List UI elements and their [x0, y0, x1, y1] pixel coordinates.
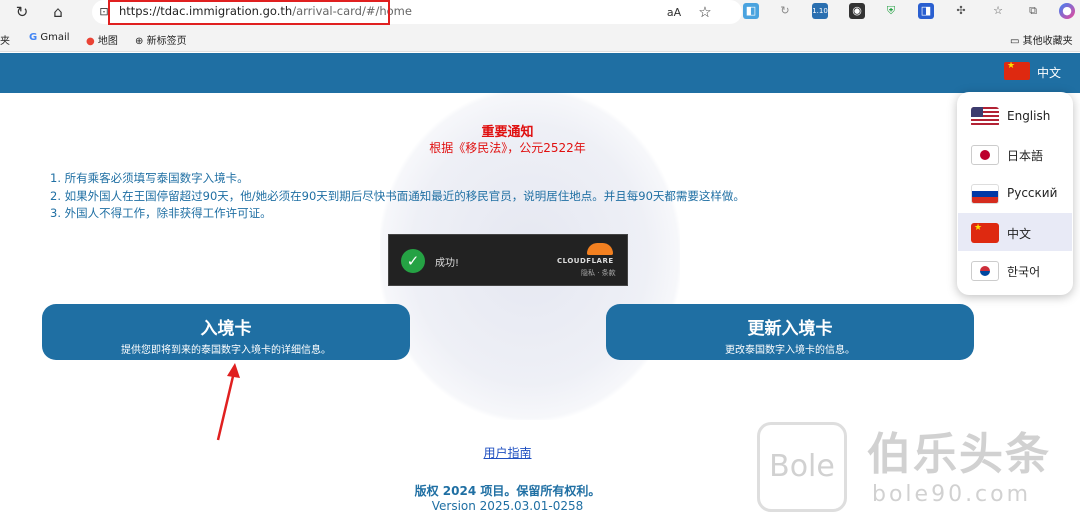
- map-pin-icon: ●: [86, 36, 95, 47]
- site-header: [0, 53, 1080, 93]
- google-icon: G: [29, 32, 38, 43]
- bookmark-label: 其他收藏夹: [1022, 36, 1073, 47]
- red-arrow-annotation: [216, 363, 240, 441]
- notice-item: 2. 如果外国人在王国停留超过90天，他/她必须在90天到期后尽快书面通知最近的…: [50, 188, 745, 203]
- url-highlight-box: [108, 0, 390, 25]
- checkmark-icon: ✓: [401, 249, 425, 273]
- read-aloud-icon[interactable]: aA: [664, 3, 684, 23]
- watermark-title: 伯乐头条: [867, 429, 1051, 480]
- extensions-puzzle-icon[interactable]: ✣: [953, 3, 969, 19]
- ru-flag-icon: [971, 184, 999, 204]
- refresh-icon[interactable]: ↻: [12, 2, 32, 22]
- language-option-chinese[interactable]: 中文: [958, 213, 1072, 251]
- bookmark-maps[interactable]: ● 地图: [86, 32, 118, 47]
- captcha-links[interactable]: 隐私 · 条款: [581, 268, 616, 278]
- cloudflare-captcha[interactable]: ✓ 成功! CLOUDFLARE 隐私 · 条款: [388, 234, 628, 286]
- language-dropdown: English 日本語 Русский 中文 한국어: [957, 92, 1073, 295]
- us-flag-icon: [971, 107, 999, 127]
- language-name: 한국어: [1007, 265, 1041, 279]
- bookmark-label: 地图: [97, 36, 118, 47]
- notice-item: 1. 所有乘客必须填写泰国数字入境卡。: [50, 171, 249, 185]
- language-name: English: [1007, 109, 1051, 123]
- favorite-star-icon[interactable]: ☆: [695, 2, 715, 22]
- language-name: Русский: [1007, 186, 1058, 200]
- notice-item: 3. 外国人不得工作，除非获得工作许可证。: [50, 206, 272, 220]
- language-selector[interactable]: 中文: [1037, 64, 1061, 81]
- copilot-icon[interactable]: ●: [1059, 3, 1075, 19]
- collections-icon[interactable]: ⧉: [1025, 3, 1041, 19]
- extension-badge-icon[interactable]: 1.10: [812, 3, 828, 19]
- globe-icon: ⊕: [135, 36, 144, 47]
- bookmark-label: Gmail: [40, 32, 70, 43]
- home-icon[interactable]: ⌂: [48, 2, 68, 22]
- favorites-icon[interactable]: ☆: [990, 3, 1006, 19]
- cloudflare-logo: CLOUDFLARE: [557, 257, 614, 265]
- browser-toolbar: ↻ ⌂ ⊡ https://tdac.immigration.go.th/arr…: [0, 0, 1080, 26]
- arrival-card-button[interactable]: 入境卡 提供您即将到来的泰国数字入境卡的详细信息。: [42, 304, 410, 360]
- kr-flag-icon: [971, 261, 999, 281]
- watermark-logo: Bole: [757, 422, 847, 512]
- language-name: 日本語: [1007, 149, 1044, 163]
- notice-title: 重要通知: [481, 125, 534, 140]
- language-option-russian[interactable]: Русский: [958, 174, 1072, 212]
- captcha-status: 成功!: [435, 258, 460, 269]
- bookmark-other[interactable]: ▭ 其他收藏夹: [1010, 32, 1073, 47]
- language-option-korean[interactable]: 한국어: [958, 251, 1072, 289]
- cloudflare-cloud-icon: [587, 243, 613, 255]
- cn-flag-icon[interactable]: [1004, 62, 1030, 80]
- folder-icon: ▭: [1010, 36, 1020, 47]
- bookmark-new-tab[interactable]: ⊕ 新标签页: [135, 32, 187, 47]
- extension-icon[interactable]: ◉: [849, 3, 865, 19]
- bookmark-fragment: 夹: [0, 36, 10, 47]
- bookmark-label: 新标签页: [146, 36, 187, 47]
- watermark-url: bole90.com: [872, 482, 1032, 507]
- arrival-card-subtitle: 提供您即将到来的泰国数字入境卡的详细信息。: [121, 345, 331, 356]
- extension-icon[interactable]: ◨: [918, 3, 934, 19]
- extension-icon[interactable]: ↻: [777, 3, 793, 19]
- jp-flag-icon: [971, 145, 999, 165]
- language-option-japanese[interactable]: 日本語: [958, 135, 1072, 173]
- update-card-button[interactable]: 更新入境卡 更改泰国数字入境卡的信息。: [606, 304, 974, 360]
- arrival-card-title: 入境卡: [200, 319, 252, 339]
- extension-icon[interactable]: ◧: [743, 3, 759, 19]
- bookmarks-bar: 夹 G Gmail ● 地图 ⊕ 新标签页 ▭ 其他收藏夹: [0, 26, 1080, 52]
- extension-badge-text: 1.10: [812, 7, 828, 15]
- site-watermark: Bole 伯乐头条 bole90.com: [757, 418, 1077, 518]
- notice-list: 1. 所有乘客必须填写泰国数字入境卡。 2. 如果外国人在王国停留超过90天，他…: [50, 170, 745, 223]
- cn-flag-icon: [971, 223, 999, 243]
- update-card-title: 更新入境卡: [747, 319, 833, 339]
- language-option-english[interactable]: English: [958, 97, 1072, 135]
- notice-subtitle: 根据《移民法》，公元2522年: [429, 141, 586, 155]
- language-name: 中文: [1007, 227, 1032, 241]
- update-card-subtitle: 更改泰国数字入境卡的信息。: [725, 345, 855, 356]
- bookmark-gmail[interactable]: G Gmail: [29, 32, 70, 43]
- shield-icon[interactable]: ⛨: [883, 3, 899, 19]
